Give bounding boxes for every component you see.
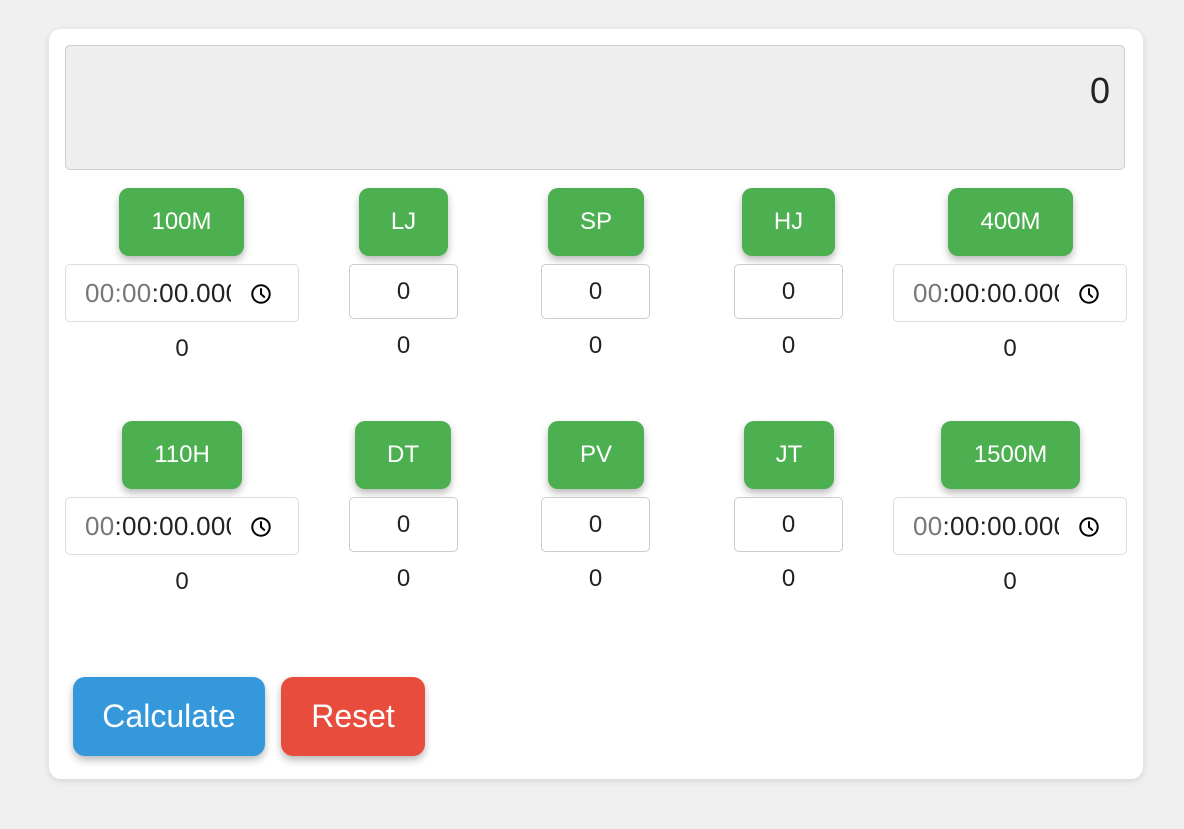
time-input-400m[interactable]: 00:00:00.000 [893,264,1127,322]
clock-icon[interactable] [1078,283,1100,305]
clock-icon[interactable] [250,283,272,305]
time-input-100m[interactable]: 00:00:00.000 [65,264,299,322]
calculator-card: 0 100M 00:00:00.000 0 LJ 0 0 SP 0 0 HJ 0… [49,29,1143,779]
event-button-lj[interactable]: LJ [359,188,448,256]
events-row-1: 100M 00:00:00.000 0 LJ 0 0 SP 0 0 HJ 0 0… [65,188,1127,363]
time-input-value: 00:00:00.000 [913,277,1059,308]
event-button-pv[interactable]: PV [548,421,644,489]
score-100m: 0 [175,335,189,362]
event-button-hj[interactable]: HJ [742,188,835,256]
event-button-110h[interactable]: 110H [122,421,242,489]
clock-icon[interactable] [1078,516,1100,538]
time-input-value: 00:00:00.000 [85,510,231,541]
events-row-2: 110H 00:00:00.000 0 DT 0 0 PV 0 0 JT 0 0… [65,421,1127,596]
time-input-value: 00:00:00.000 [85,277,231,308]
number-input-hj[interactable]: 0 [734,264,843,319]
event-button-1500m[interactable]: 1500M [941,421,1080,489]
score-pv: 0 [588,565,603,592]
event-button-jt[interactable]: JT [744,421,834,489]
event-button-dt[interactable]: DT [355,421,451,489]
number-input-pv[interactable]: 0 [541,497,650,552]
event-button-sp[interactable]: SP [548,188,644,256]
number-input-sp[interactable]: 0 [541,264,650,319]
total-score-value: 0 [1089,70,1110,111]
score-sp: 0 [588,332,603,359]
event-button-400m[interactable]: 400M [948,188,1073,256]
score-hj: 0 [781,332,796,359]
clock-icon[interactable] [250,516,272,538]
time-input-110h[interactable]: 00:00:00.000 [65,497,299,555]
score-lj: 0 [396,332,411,359]
score-400m: 0 [1003,335,1017,362]
event-button-100m[interactable]: 100M [119,188,244,256]
score-jt: 0 [781,565,796,592]
calculate-button[interactable]: Calculate [73,677,265,756]
time-input-1500m[interactable]: 00:00:00.000 [893,497,1127,555]
total-score-display: 0 [65,45,1125,170]
reset-button[interactable]: Reset [281,677,425,756]
score-110h: 0 [175,568,189,595]
score-1500m: 0 [1003,568,1017,595]
time-input-value: 00:00:00.000 [913,510,1059,541]
number-input-jt[interactable]: 0 [734,497,843,552]
score-dt: 0 [396,565,411,592]
number-input-dt[interactable]: 0 [349,497,458,552]
number-input-lj[interactable]: 0 [349,264,458,319]
